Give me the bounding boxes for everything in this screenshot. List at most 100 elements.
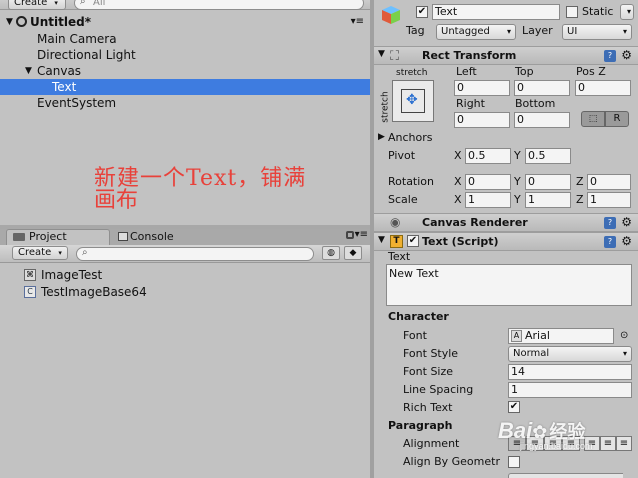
- filter-by-label-icon[interactable]: ◆: [344, 246, 362, 260]
- rotation-y-field[interactable]: 0: [525, 174, 571, 190]
- anchors-expand-icon[interactable]: ▶: [378, 132, 385, 142]
- hierarchy-item-directional-light[interactable]: Directional Light: [0, 47, 370, 63]
- expand-arrow-icon[interactable]: ▼: [378, 235, 385, 245]
- object-picker-icon[interactable]: ⊙: [620, 330, 628, 341]
- hierarchy-search-placeholder: All: [93, 0, 106, 8]
- object-icon: [380, 4, 402, 26]
- project-item-imagetest[interactable]: ⌘ ImageTest: [0, 267, 372, 283]
- hierarchy-item-main-camera[interactable]: Main Camera: [0, 31, 370, 47]
- hierarchy-search-input[interactable]: ⌕ All: [74, 0, 364, 10]
- cut-off-row: [403, 473, 623, 478]
- watermark-brand-2: 经验: [549, 422, 586, 443]
- rect-transform-header[interactable]: ▼ ⛶ Rect Transform ? ⚙: [374, 46, 638, 65]
- text-area[interactable]: New Text: [386, 264, 632, 306]
- project-search-input[interactable]: ⌕: [76, 247, 314, 261]
- rich-text-checkbox[interactable]: ✔: [508, 401, 520, 413]
- text-script-header[interactable]: ▼ T ✔ Text (Script) ? ⚙: [374, 232, 638, 251]
- scene-row[interactable]: ▼ Untitled* ▾≡: [0, 14, 370, 30]
- layer-dropdown[interactable]: UI ▾: [562, 24, 632, 40]
- line-spacing-label: Line Spacing: [403, 383, 474, 396]
- help-icon[interactable]: ?: [604, 236, 616, 248]
- unity-scene-icon: [16, 16, 27, 27]
- bottom-value: 0: [517, 113, 524, 126]
- help-icon[interactable]: ?: [604, 50, 616, 62]
- top-label: Top: [515, 65, 534, 78]
- item-label: Directional Light: [37, 48, 136, 62]
- align-bottom-button[interactable]: ≡: [616, 436, 632, 451]
- object-name-value: Text: [435, 5, 458, 18]
- hierarchy-item-text[interactable]: Text: [0, 79, 370, 95]
- scale-z-field[interactable]: 1: [587, 192, 631, 208]
- align-by-geometry-checkbox[interactable]: [508, 456, 520, 468]
- expand-arrow-icon[interactable]: ▼: [25, 63, 32, 79]
- font-style-dropdown[interactable]: Normal ▾: [508, 346, 632, 362]
- scale-x-value: 1: [468, 193, 475, 206]
- watermark-url: jingyan.baidu.com: [520, 441, 593, 451]
- panel-menu-icon[interactable]: ▾≡: [355, 229, 368, 240]
- anchor-presets-button[interactable]: ✥: [392, 80, 434, 122]
- project-toolbar: Create ▾ ⌕ ◍ ◆: [0, 245, 372, 263]
- alignment-label: Alignment: [403, 437, 460, 450]
- hierarchy-item-canvas[interactable]: ▼ Canvas: [0, 63, 370, 79]
- tab-console-label: Console: [130, 230, 174, 243]
- font-style-label: Font Style: [403, 347, 459, 360]
- cut-off-dropdown: [508, 473, 623, 478]
- rotation-z-field[interactable]: 0: [587, 174, 631, 190]
- raw-edit-button[interactable]: R: [605, 111, 629, 127]
- font-size-field[interactable]: 14: [508, 364, 632, 380]
- project-item-testimagebase64[interactable]: C TestImageBase64: [0, 284, 372, 300]
- console-icon: [118, 232, 128, 241]
- scale-y-field[interactable]: 1: [525, 192, 571, 208]
- font-field[interactable]: A Arial: [508, 328, 614, 344]
- hierarchy-create-button[interactable]: Create ▾: [8, 0, 66, 10]
- bottom-field[interactable]: 0: [514, 112, 570, 128]
- tab-console[interactable]: Console: [114, 229, 214, 245]
- scale-x-field[interactable]: 1: [465, 192, 511, 208]
- rotation-z-label: Z: [576, 175, 584, 188]
- expand-arrow-icon[interactable]: ▼: [378, 49, 385, 59]
- left-field[interactable]: 0: [454, 80, 510, 96]
- hierarchy-item-eventsystem[interactable]: EventSystem: [0, 95, 370, 111]
- blueprint-mode-button[interactable]: ⬚: [581, 111, 605, 127]
- item-label: Canvas: [37, 64, 82, 78]
- static-checkbox[interactable]: [566, 6, 578, 18]
- tab-project[interactable]: Project: [6, 229, 110, 245]
- help-icon[interactable]: ?: [604, 217, 616, 229]
- line-spacing-field[interactable]: 1: [508, 382, 632, 398]
- tag-label: Tag: [406, 24, 425, 37]
- raw-edit-label: R: [613, 113, 621, 124]
- paragraph-section-label: Paragraph: [388, 419, 453, 432]
- rotation-label: Rotation: [388, 175, 435, 188]
- top-field[interactable]: 0: [514, 80, 570, 96]
- filter-by-type-icon[interactable]: ◍: [322, 246, 340, 260]
- hierarchy-toolbar: Create ▾ ⌕ All: [0, 0, 370, 10]
- scale-x-label: X: [454, 193, 462, 206]
- right-field[interactable]: 0: [454, 112, 510, 128]
- item-label: Text: [52, 80, 77, 94]
- scene-menu-icon[interactable]: ▾≡: [351, 14, 364, 30]
- tag-dropdown[interactable]: Untagged ▾: [436, 24, 516, 40]
- object-active-checkbox[interactable]: ✔: [416, 6, 428, 18]
- posz-field[interactable]: 0: [575, 80, 631, 96]
- align-middle-button[interactable]: ≡: [600, 436, 616, 451]
- canvas-renderer-header[interactable]: ◉ Canvas Renderer ? ⚙: [374, 213, 638, 232]
- text-script-enabled-checkbox[interactable]: ✔: [407, 235, 419, 247]
- pivot-y-field[interactable]: 0.5: [525, 148, 571, 164]
- chevron-down-icon: ▾: [506, 27, 511, 36]
- expand-arrow-icon[interactable]: ▼: [6, 14, 13, 30]
- rotation-z-value: 0: [590, 175, 597, 188]
- gear-icon[interactable]: ⚙: [621, 215, 632, 229]
- anchor-preset-frame-icon: ✥: [401, 89, 425, 113]
- gear-icon[interactable]: ⚙: [621, 48, 632, 62]
- tag-value: Untagged: [441, 26, 490, 37]
- gear-icon[interactable]: ⚙: [621, 234, 632, 248]
- object-name-field[interactable]: Text: [432, 4, 560, 20]
- pivot-x-field[interactable]: 0.5: [465, 148, 511, 164]
- rotation-x-field[interactable]: 0: [465, 174, 511, 190]
- pivot-y-label: Y: [514, 149, 521, 162]
- line-spacing-value: 1: [511, 383, 518, 396]
- project-create-button[interactable]: Create ▾: [12, 246, 68, 260]
- static-dropdown[interactable]: ▾: [620, 4, 634, 20]
- lock-icon[interactable]: [346, 231, 354, 239]
- anchors-label[interactable]: Anchors: [388, 131, 433, 145]
